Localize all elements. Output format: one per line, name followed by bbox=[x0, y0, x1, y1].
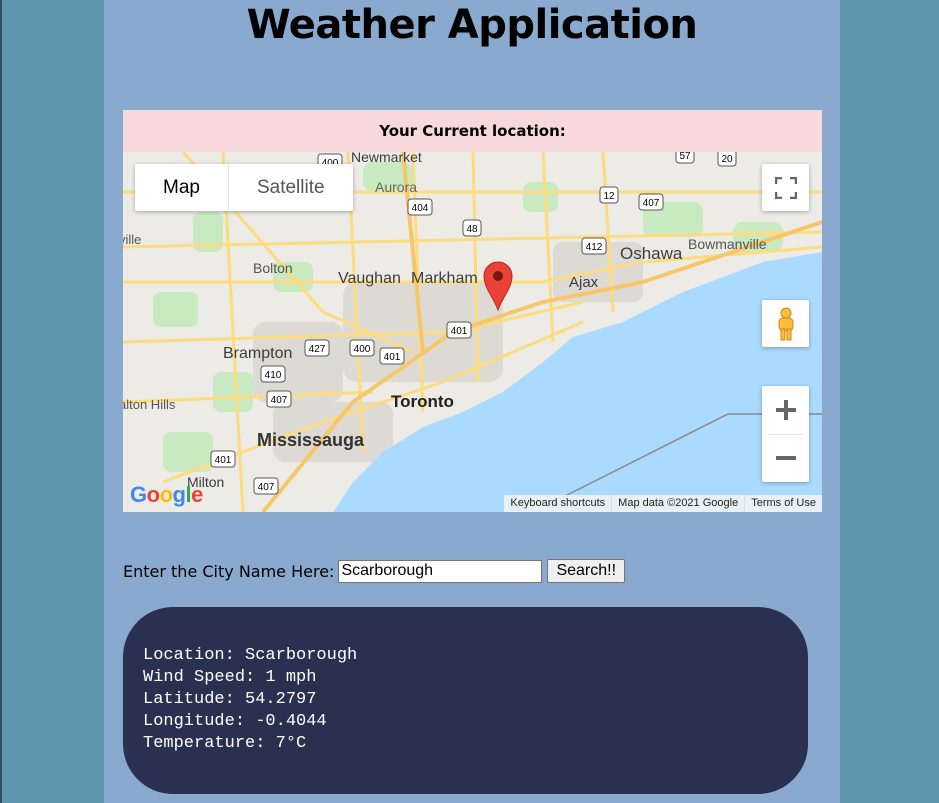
search-button[interactable]: Search!! bbox=[547, 559, 626, 583]
search-label: Enter the City Name Here: bbox=[123, 561, 335, 581]
plus-icon bbox=[775, 400, 796, 420]
zoom-in-button[interactable] bbox=[762, 387, 809, 434]
fullscreen-button[interactable] bbox=[762, 164, 809, 211]
zoom-control bbox=[762, 386, 809, 482]
result-wind-speed: Wind Speed: 1 mph bbox=[143, 668, 317, 687]
svg-text:410: 410 bbox=[265, 370, 282, 381]
fullscreen-icon bbox=[774, 176, 797, 199]
svg-text:412: 412 bbox=[586, 242, 603, 253]
google-logo[interactable]: Google bbox=[130, 482, 203, 508]
svg-text:407: 407 bbox=[643, 198, 660, 209]
result-longitude: Longitude: -0.4044 bbox=[143, 712, 327, 731]
left-edge-strip bbox=[0, 0, 2, 803]
place-edge-halton-hills: alton Hills bbox=[123, 397, 176, 412]
place-bowmanville: Bowmanville bbox=[688, 236, 767, 252]
svg-text:407: 407 bbox=[258, 482, 275, 493]
result-location: Location: Scarborough bbox=[143, 646, 358, 665]
page-title: Weather Application bbox=[246, 2, 698, 48]
place-markham: Markham bbox=[411, 270, 478, 287]
terms-of-use-link[interactable]: Terms of Use bbox=[744, 495, 822, 512]
svg-text:400: 400 bbox=[354, 344, 371, 355]
place-toronto: Toronto bbox=[391, 392, 454, 411]
svg-text:401: 401 bbox=[215, 455, 232, 466]
map-header: Your Current location: bbox=[379, 122, 566, 140]
svg-text:401: 401 bbox=[451, 326, 468, 337]
map-view[interactable]: 400 404 48 12 407 57 20 412 427 400 401 … bbox=[123, 152, 822, 512]
map-type-map-button[interactable]: Map bbox=[135, 164, 228, 211]
minus-icon bbox=[775, 456, 796, 460]
map-card: Your Current location: 404 48 12 407 57 … bbox=[123, 110, 822, 512]
map-type-control: Map Satellite bbox=[135, 164, 353, 211]
street-view-pegman-button[interactable] bbox=[762, 300, 809, 347]
zoom-out-button[interactable] bbox=[762, 435, 809, 482]
map-attribution-bar: Keyboard shortcuts Map data ©2021 Google… bbox=[504, 495, 822, 512]
place-newmarket: Newmarket bbox=[351, 152, 422, 165]
search-row: Enter the City Name Here: Search!! bbox=[123, 558, 626, 584]
place-aurora: Aurora bbox=[375, 179, 418, 195]
app-panel: Weather Application Your Current locatio… bbox=[104, 0, 840, 803]
keyboard-shortcuts-link[interactable]: Keyboard shortcuts bbox=[504, 495, 611, 512]
svg-text:48: 48 bbox=[466, 224, 478, 235]
svg-text:57: 57 bbox=[679, 152, 691, 162]
svg-text:401: 401 bbox=[384, 352, 401, 363]
place-bolton: Bolton bbox=[253, 260, 293, 276]
svg-text:427: 427 bbox=[309, 344, 326, 355]
weather-result-lines: Location: Scarborough Wind Speed: 1 mph … bbox=[143, 645, 357, 755]
svg-text:12: 12 bbox=[603, 191, 615, 202]
weather-result-box: Location: Scarborough Wind Speed: 1 mph … bbox=[123, 607, 808, 794]
map-type-satellite-button[interactable]: Satellite bbox=[227, 164, 353, 211]
place-mississauga: Mississauga bbox=[257, 430, 365, 450]
city-search-input[interactable] bbox=[338, 559, 543, 583]
svg-text:407: 407 bbox=[271, 395, 288, 406]
place-ajax: Ajax bbox=[569, 274, 599, 291]
place-brampton: Brampton bbox=[223, 345, 293, 362]
result-temperature: Temperature: 7°C bbox=[143, 734, 307, 753]
pegman-icon bbox=[778, 307, 793, 340]
place-oshawa: Oshawa bbox=[620, 244, 683, 263]
place-vaughan: Vaughan bbox=[338, 270, 401, 287]
svg-text:404: 404 bbox=[412, 203, 429, 214]
svg-text:20: 20 bbox=[721, 154, 733, 165]
result-latitude: Latitude: 54.2797 bbox=[143, 690, 317, 709]
place-edge-ville: ville bbox=[123, 232, 142, 247]
map-data-credit: Map data ©2021 Google bbox=[611, 495, 744, 512]
